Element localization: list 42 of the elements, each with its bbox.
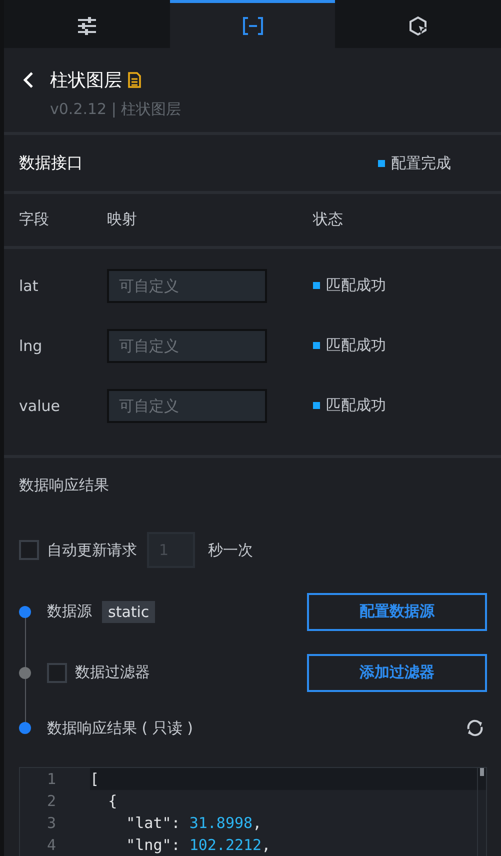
column-header: 字段	[19, 210, 50, 230]
match-status: 匹配成功	[326, 396, 386, 416]
line-number: 2	[46, 791, 57, 812]
tab[interactable]	[170, 0, 336, 48]
document-icon[interactable]	[128, 72, 141, 88]
section-title: 数据响应结果	[19, 476, 109, 496]
code-line: "lat": 31.8998,	[125, 813, 263, 834]
scrollbar-thumb[interactable]	[480, 768, 484, 776]
field-name: lng	[19, 336, 44, 355]
field-name: value	[19, 396, 61, 415]
line-number: 1	[46, 769, 57, 790]
step-label: 数据过滤器	[75, 663, 150, 682]
interval-unit: 秒一次	[208, 540, 253, 560]
column-header: 状态	[313, 210, 343, 230]
column-header: 映射	[107, 210, 138, 230]
line-number: 3	[46, 813, 57, 834]
match-status: 匹配成功	[326, 336, 386, 356]
mapping-field[interactable]: 可自定义	[107, 328, 267, 363]
checkbox-label: 自动更新请求	[47, 540, 137, 560]
line-number: 4	[46, 835, 57, 856]
code-line: "lng": 102.2212,	[125, 835, 272, 856]
configure-source-button[interactable]: 配置数据源	[307, 592, 487, 631]
mapping-field[interactable]: 可自定义	[107, 388, 267, 423]
add-filter-button[interactable]: 添加过滤器	[307, 654, 487, 692]
code-line: {	[107, 791, 118, 812]
refresh-icon[interactable]	[465, 718, 485, 738]
hexagon-cursor-icon	[408, 16, 428, 36]
checkbox[interactable]	[47, 662, 67, 683]
mapping-field[interactable]: 可自定义	[107, 268, 267, 303]
source-tag: static	[102, 600, 156, 623]
step-label: 数据源	[47, 602, 92, 622]
status-text: 配置完成	[391, 154, 451, 173]
layer-title: 柱状图层	[50, 69, 122, 92]
section-title: 数据接口	[19, 152, 83, 174]
field-name: lat	[19, 276, 40, 295]
match-status: 匹配成功	[326, 276, 386, 296]
version-subtitle: v0.2.12 | 柱状图层	[50, 100, 182, 119]
checkbox[interactable]	[19, 540, 39, 560]
step-label: 数据响应结果 ( 只读 )	[47, 718, 194, 738]
sliders-icon	[76, 16, 97, 34]
brackets-icon	[242, 16, 264, 34]
code-editor[interactable]: 1 2 3 4 [ { "lat": 31.8998, "lng": 102.2212,	[19, 767, 487, 856]
